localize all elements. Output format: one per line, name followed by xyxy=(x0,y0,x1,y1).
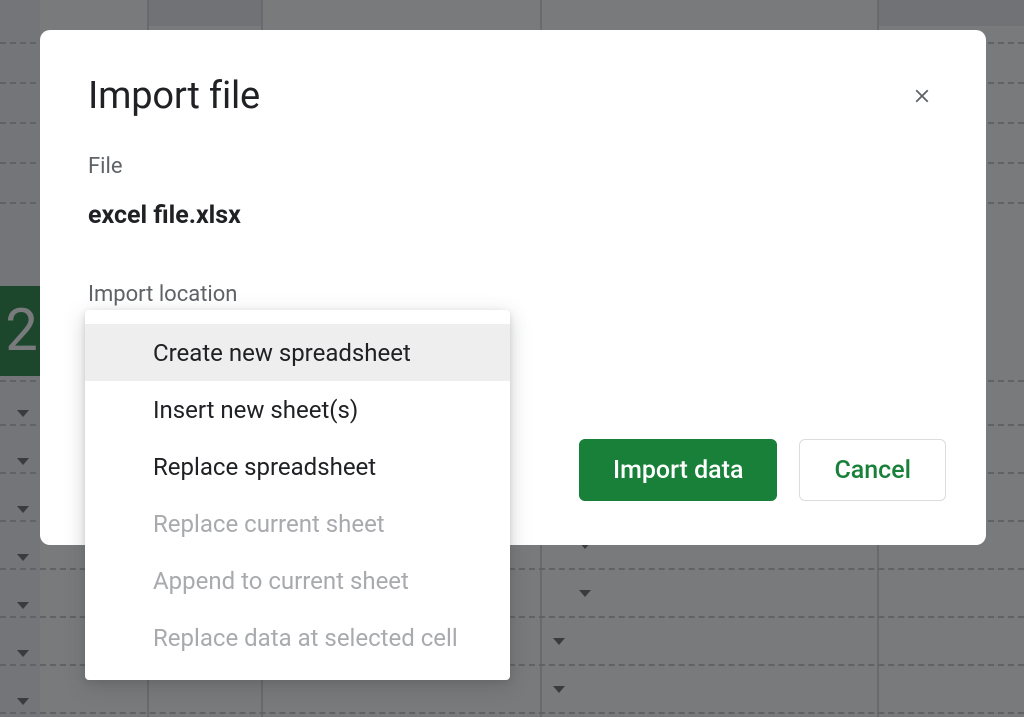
menu-item-create-new-spreadsheet[interactable]: Create new spreadsheet xyxy=(85,324,510,381)
menu-item-insert-new-sheets[interactable]: Insert new sheet(s) xyxy=(85,381,510,438)
menu-item-replace-current-sheet: Replace current sheet xyxy=(85,495,510,552)
import-data-button[interactable]: Import data xyxy=(579,439,777,501)
menu-item-append-to-current-sheet: Append to current sheet xyxy=(85,552,510,609)
file-label: File xyxy=(88,154,938,179)
file-name: excel file.xlsx xyxy=(88,201,938,230)
close-button[interactable] xyxy=(906,80,938,112)
dialog-title: Import file xyxy=(88,74,260,118)
import-location-label: Import location xyxy=(88,282,938,307)
menu-item-replace-spreadsheet[interactable]: Replace spreadsheet xyxy=(85,438,510,495)
cancel-button[interactable]: Cancel xyxy=(799,439,946,501)
close-icon xyxy=(911,85,933,107)
menu-item-replace-data-at-selected-cell: Replace data at selected cell xyxy=(85,609,510,666)
import-location-menu: Create new spreadsheet Insert new sheet(… xyxy=(85,310,510,680)
